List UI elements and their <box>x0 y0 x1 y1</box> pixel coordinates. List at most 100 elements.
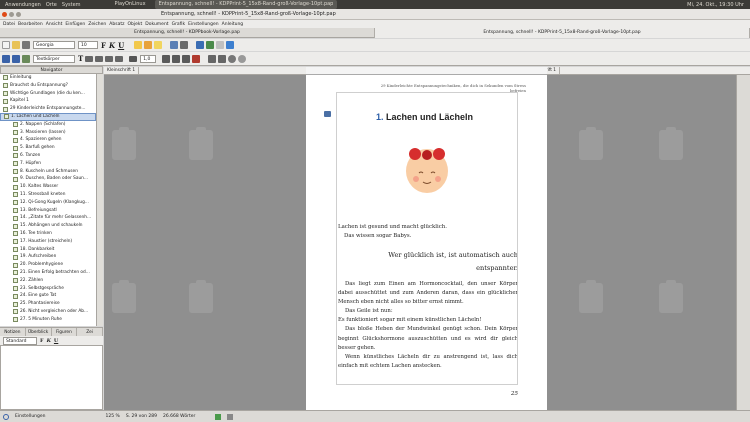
line-spacing-combo[interactable]: 1,0 <box>140 54 157 63</box>
tab-characters[interactable]: Figuren <box>52 328 78 336</box>
help-icon[interactable] <box>226 41 235 49</box>
menu-file[interactable]: Datei <box>3 22 15 27</box>
print-icon[interactable] <box>22 41 30 49</box>
tab-notes[interactable]: Notizen <box>0 328 26 336</box>
navigator-item[interactable]: 18. Dankbarkeit <box>0 246 96 254</box>
navigator-item[interactable]: 7. Hüpfen <box>0 160 96 168</box>
fit-page-icon[interactable] <box>208 54 217 63</box>
status-settings[interactable]: Einstellungen <box>15 414 46 419</box>
edit-icon[interactable] <box>227 413 234 420</box>
navigator-item[interactable]: 25. Phantasiereise <box>0 300 96 308</box>
comment-icon[interactable] <box>154 41 163 49</box>
navigator-item[interactable]: 4. Spazieren gehen <box>0 136 96 144</box>
navigator-item[interactable]: 6. Tanzen <box>0 152 96 160</box>
brush-icon[interactable] <box>192 54 201 63</box>
note-icon[interactable] <box>144 41 153 49</box>
navigator-item[interactable]: 9. Duschen, Baden oder Saun... <box>0 175 96 183</box>
align-center-icon[interactable] <box>95 55 104 62</box>
navigator-item[interactable]: 23. Selbstgespräche <box>0 285 96 293</box>
navigator-item[interactable]: 10. Kaltes Wasser <box>0 183 96 191</box>
notes-textarea[interactable] <box>0 345 103 410</box>
navigator-item[interactable]: 17. Haustier (streicheln) <box>0 238 96 246</box>
italic-icon[interactable]: K <box>47 338 51 344</box>
spellcheck-icon[interactable] <box>215 413 222 420</box>
navigator-item[interactable]: Brauchst du Entspannung? <box>0 82 96 90</box>
paragraph-style-combo[interactable]: Textkörper <box>33 54 75 63</box>
folder-icon[interactable] <box>134 41 143 49</box>
navigator-scrollbar[interactable] <box>97 74 103 326</box>
navigator-item[interactable]: 24. Eine gute Tat <box>0 292 96 300</box>
navigator-item[interactable]: 8. Kuscheln und Schmusen <box>0 168 96 176</box>
align-right-icon[interactable] <box>105 55 114 62</box>
line-spacing-icon[interactable] <box>129 55 138 62</box>
tab-more[interactable]: Zei <box>77 328 103 336</box>
navigator-item[interactable]: 16. Tee trinken <box>0 230 96 238</box>
navigator-item[interactable]: 21. Einen Erfolg betrachten od... <box>0 269 96 277</box>
open-folder-icon[interactable] <box>12 41 20 49</box>
list-icon[interactable] <box>162 54 171 63</box>
navigator-item[interactable]: Kapitel 1 <box>0 97 96 105</box>
font-size-combo[interactable]: 10 <box>78 41 98 49</box>
navigator-item[interactable]: 22. Zählen <box>0 277 96 285</box>
style-icon[interactable] <box>22 54 30 63</box>
image-icon[interactable] <box>206 41 215 49</box>
fit-width-icon[interactable] <box>218 54 227 63</box>
ruler[interactable] <box>306 67 547 75</box>
menu-help[interactable]: Anleitung <box>222 22 244 27</box>
numbered-list-icon[interactable] <box>172 54 181 63</box>
navigator-item[interactable]: 29 Kinderleichte Entspannungste... <box>0 105 96 113</box>
info-icon[interactable] <box>3 413 9 420</box>
menu-graphics[interactable]: Grafik <box>172 22 186 27</box>
menu-applications[interactable]: Anwendungen <box>5 2 41 8</box>
close-icon[interactable] <box>2 11 7 17</box>
navigator-item[interactable]: 1. Lachen und Lächeln <box>0 112 96 121</box>
text-icon[interactable]: T <box>78 54 83 63</box>
tab-overview[interactable]: Überblick <box>26 328 52 336</box>
menu-places[interactable]: Orte <box>46 2 57 8</box>
task-playonlinux[interactable]: PlayOnLinux <box>111 0 150 9</box>
page-tab-left[interactable]: Kleinschrift 1 <box>104 67 140 74</box>
italic-icon[interactable]: K <box>109 41 115 50</box>
document-scrollbar[interactable] <box>736 75 750 410</box>
justify-icon[interactable] <box>115 55 124 62</box>
menu-system[interactable]: System <box>62 2 81 8</box>
navigator-item[interactable]: 15. Abhängen und schaukeln <box>0 222 96 230</box>
navigator-item[interactable]: 19. Aufschreiben <box>0 253 96 261</box>
doc-tab-1[interactable]: Entspannung, schnell! - KDPPbook-Vorlage… <box>0 28 375 38</box>
underline-icon[interactable]: U <box>54 338 58 344</box>
clock[interactable]: Mi, 24. Okt., 19:30 Uhr <box>687 2 744 8</box>
doc-tab-2[interactable]: Entspannung, schnell! - KDPPrint-5_15x8-… <box>375 28 750 38</box>
undo-icon[interactable] <box>228 54 237 63</box>
navigator-tree[interactable]: Einleitung Brauchst du Entspannung? Wichti… <box>0 74 97 326</box>
save-icon[interactable] <box>2 54 10 63</box>
navigator-item[interactable]: 11. Stressball kneten <box>0 191 96 199</box>
navigator-item[interactable]: Einleitung <box>0 74 96 82</box>
menu-paragraph[interactable]: Absatz <box>109 22 124 27</box>
maximize-icon[interactable] <box>16 11 21 17</box>
bold-icon[interactable]: F <box>101 41 106 50</box>
bold-icon[interactable]: F <box>40 338 44 344</box>
menu-view[interactable]: Ansicht <box>46 22 63 27</box>
new-document-icon[interactable] <box>2 41 10 49</box>
save-as-icon[interactable] <box>12 54 20 63</box>
navigator-item[interactable]: 27. 5 Minuten Ruhe <box>0 316 96 324</box>
navigator-item[interactable]: 26. Nicht vergleichen oder Ab... <box>0 308 96 316</box>
menu-edit[interactable]: Bearbeiten <box>18 22 43 27</box>
zoom-icon[interactable] <box>216 41 225 49</box>
globe-icon[interactable] <box>196 41 205 49</box>
navigator-item[interactable]: 5. Barfuß gehen <box>0 144 96 152</box>
menu-settings[interactable]: Einstellungen <box>188 22 219 27</box>
flag-icon[interactable] <box>324 111 331 117</box>
navigator-item[interactable]: Wichtige Grundlagen (die du ken... <box>0 90 96 98</box>
redo-icon[interactable] <box>238 54 247 63</box>
navigator-item[interactable]: 2. Nappen (Schlafen) <box>0 121 96 129</box>
underline-icon[interactable]: U <box>118 41 124 50</box>
navigator-item[interactable]: 12. Qi-Gong Kugeln (Klangkug... <box>0 199 96 207</box>
menu-object[interactable]: Objekt <box>127 22 142 27</box>
table-icon[interactable] <box>180 41 189 49</box>
navigator-item[interactable]: 14. „Zitate für mehr Gelassenh... <box>0 214 96 222</box>
status-zoom[interactable]: 125 % <box>106 414 120 419</box>
window-titlebar[interactable]: Entspannung, schnell! - KDPPrint-5_15x8-… <box>0 9 750 20</box>
grid-icon[interactable] <box>170 41 179 49</box>
align-left-icon[interactable] <box>85 55 94 62</box>
